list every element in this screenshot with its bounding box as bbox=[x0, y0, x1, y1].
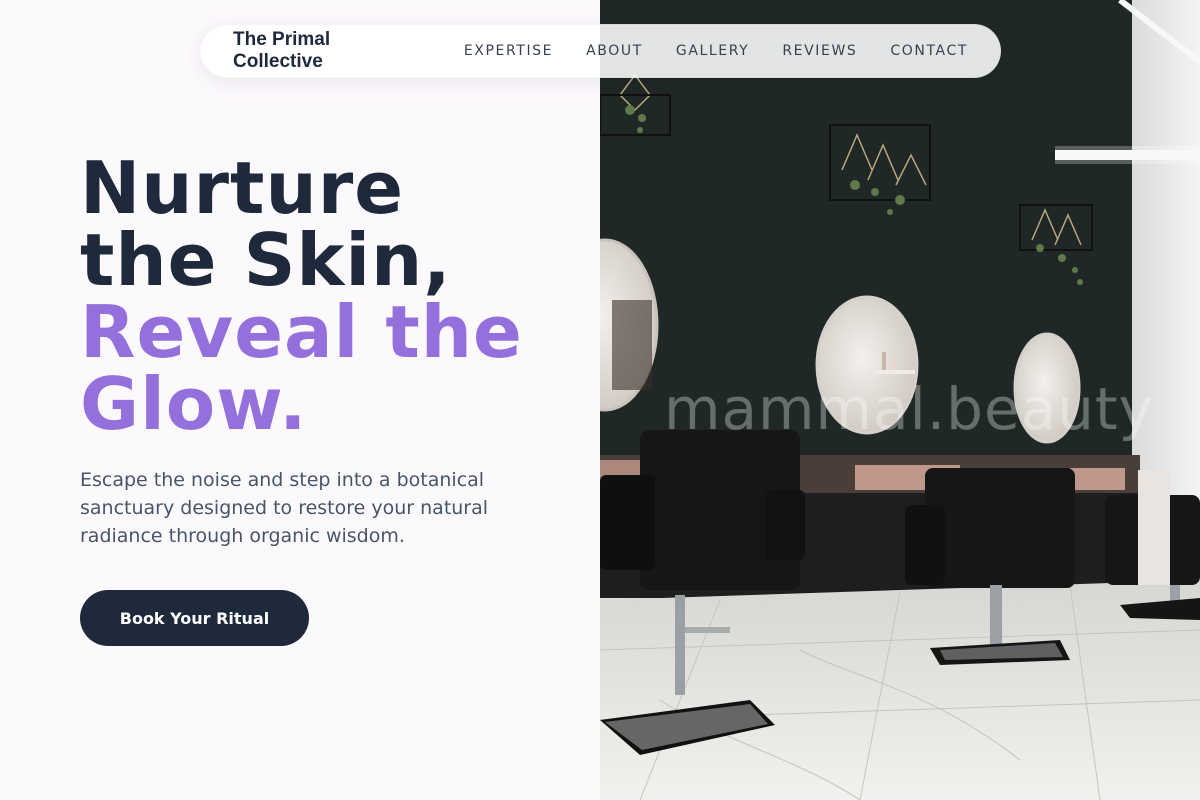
nav-link-reviews[interactable]: REVIEWS bbox=[782, 43, 857, 59]
nav-link-contact[interactable]: CONTACT bbox=[890, 43, 968, 59]
hero-title: Nurture the Skin, Reveal the Glow. bbox=[80, 152, 523, 440]
watermark: mammal.beauty bbox=[664, 375, 1154, 443]
marble-floor bbox=[600, 580, 1200, 800]
nav-link-about[interactable]: ABOUT bbox=[586, 43, 643, 59]
hero-title-line-1: Nurture bbox=[80, 146, 405, 230]
hero-title-line-2: the Skin, bbox=[80, 218, 452, 302]
display-stand bbox=[1138, 470, 1170, 585]
hero-title-accent-line-1: Reveal the bbox=[80, 290, 523, 374]
nav-links: EXPERTISE ABOUT GALLERY REVIEWS CONTACT bbox=[464, 43, 968, 59]
hero-title-accent-line-2: Glow. bbox=[80, 362, 308, 446]
hero-subtitle: Escape the noise and step into a botanic… bbox=[80, 469, 489, 547]
book-ritual-button[interactable]: Book Your Ritual bbox=[80, 590, 309, 646]
salon-photo: mammal.beauty bbox=[600, 0, 1200, 800]
nav-link-gallery[interactable]: GALLERY bbox=[676, 43, 749, 59]
nav-link-expertise[interactable]: EXPERTISE bbox=[464, 43, 553, 59]
brand-logo[interactable]: The Primal Collective bbox=[233, 29, 416, 73]
top-nav: The Primal Collective EXPERTISE ABOUT GA… bbox=[200, 24, 1001, 78]
